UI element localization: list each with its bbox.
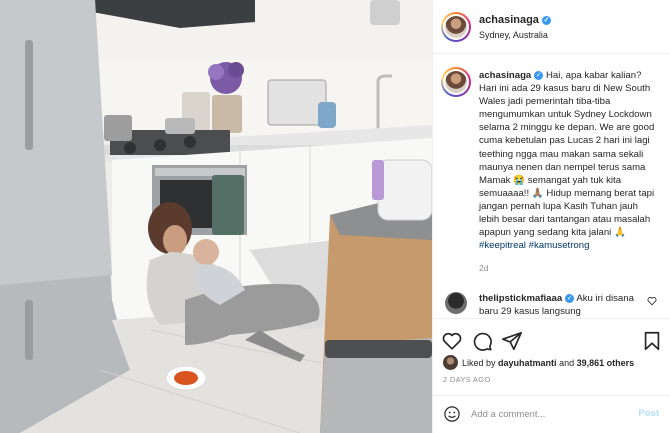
comment-username[interactable]: thelipstickmafiaaa xyxy=(479,293,562,304)
comment-like-heart-icon[interactable] xyxy=(647,296,657,306)
hashtag-keepitreal[interactable]: #keepitreal xyxy=(479,240,526,251)
comment-icon[interactable] xyxy=(471,330,493,352)
post-sidebar: achasinaga ✓ Sydney, Australia achasinaga… xyxy=(432,0,670,433)
likes-count[interactable]: 39,861 others xyxy=(577,358,635,368)
bookmark-icon[interactable] xyxy=(641,330,663,352)
post-location[interactable]: Sydney, Australia xyxy=(479,30,548,40)
comment-input[interactable] xyxy=(471,406,631,422)
comment-item: thelipstickmafiaaa ✓ Aku iri disana baru … xyxy=(479,292,654,318)
caption-verified-icon: ✓ xyxy=(534,71,544,80)
heart-icon[interactable] xyxy=(441,330,463,352)
liked-by-prefix: Liked by xyxy=(462,357,496,368)
comment-verified-icon: ✓ xyxy=(565,294,575,303)
comments-list[interactable]: achasinaga ✓ Hai, apa kabar kalian? Hari … xyxy=(433,55,670,318)
share-icon[interactable] xyxy=(501,330,523,352)
post-comment-button[interactable]: Post xyxy=(638,408,659,419)
post-photo[interactable] xyxy=(0,0,432,433)
post-author-username[interactable]: achasinaga xyxy=(479,14,539,26)
post-author[interactable]: achasinaga ✓ xyxy=(479,14,551,26)
emoji-icon[interactable] xyxy=(443,405,461,423)
caption-text: Hai, apa kabar kalian? Hari ini ada 29 k… xyxy=(479,70,655,239)
kitchen-photo-illustration xyxy=(0,0,432,433)
liked-by-and: and xyxy=(559,357,575,368)
post-date[interactable]: 2 DAYS AGO xyxy=(443,375,490,384)
add-comment-bar: Post xyxy=(433,395,670,433)
avatar[interactable] xyxy=(445,16,467,38)
post-caption: achasinaga ✓ Hai, apa kabar kalian? Hari … xyxy=(479,69,657,252)
post-header: achasinaga ✓ Sydney, Australia xyxy=(433,0,670,54)
caption-username[interactable]: achasinaga xyxy=(479,70,531,81)
likes-summary: Liked by dayuhatmanti and 39,861 others xyxy=(443,355,634,370)
liked-by-user[interactable]: dayuhatmanti xyxy=(498,358,557,368)
verified-badge-icon: ✓ xyxy=(541,16,551,25)
caption-timestamp[interactable]: 2d xyxy=(479,263,488,273)
liker-avatar[interactable] xyxy=(443,355,458,370)
hashtag-kamusetrong[interactable]: #kamusetrong xyxy=(529,240,590,251)
commenter-avatar[interactable] xyxy=(445,292,467,314)
caption-avatar[interactable] xyxy=(445,71,467,93)
